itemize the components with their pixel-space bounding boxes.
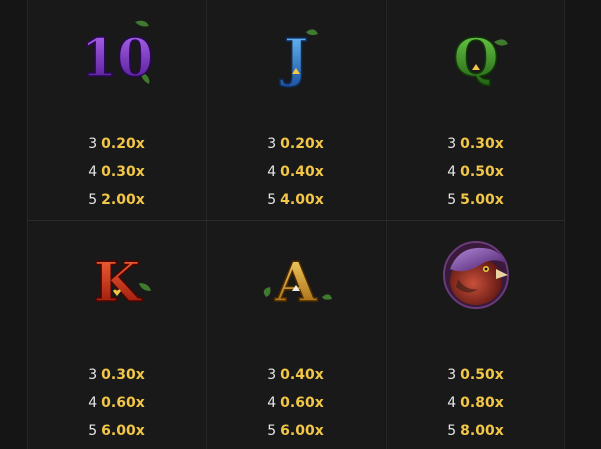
pay-list: 3 0.20x 4 0.40x 5 4.00x xyxy=(206,130,385,214)
pay-row: 3 0.30x xyxy=(447,130,504,158)
match-count: 3 xyxy=(88,367,98,383)
match-count: 5 xyxy=(88,423,98,439)
match-count: 4 xyxy=(267,164,277,180)
match-count: 4 xyxy=(88,395,98,411)
svg-text:Q: Q xyxy=(453,28,498,89)
paytable-cell-pheasant: 3 0.50x 4 0.80x 5 8.00x xyxy=(386,221,565,449)
match-count: 4 xyxy=(447,395,457,411)
pay-list: 3 0.50x 4 0.80x 5 8.00x xyxy=(386,361,565,445)
match-count: 3 xyxy=(447,136,457,152)
grid-divider xyxy=(27,0,28,449)
king-card-symbol-icon: K xyxy=(77,239,157,315)
pay-row: 5 6.00x xyxy=(88,417,145,445)
paytable-cell-jack: J 3 0.20x 4 0.40x 5 4.00x xyxy=(206,0,385,221)
match-count: 5 xyxy=(447,192,457,208)
pay-list: 3 0.40x 4 0.60x 5 6.00x xyxy=(206,361,385,445)
pay-list: 3 0.30x 4 0.60x 5 6.00x xyxy=(27,361,206,445)
match-count: 3 xyxy=(88,136,98,152)
ace-card-symbol-icon: A xyxy=(256,239,336,315)
paytable-cell-ace: A 3 0.40x 4 0.60x 5 6.00x xyxy=(206,221,385,449)
multiplier: 0.20x xyxy=(280,136,324,152)
pay-row: 5 4.00x xyxy=(267,186,324,214)
pay-list: 3 0.20x 4 0.30x 5 2.00x xyxy=(27,130,206,214)
match-count: 4 xyxy=(447,164,457,180)
paytable-grid: 10 3 0.20x 4 0.30x 5 2.00x J 3 0.20x 4 0… xyxy=(27,0,565,449)
paytable-cell-ten: 10 3 0.20x 4 0.30x 5 2.00x xyxy=(27,0,206,221)
multiplier: 6.00x xyxy=(101,423,145,439)
pay-row: 3 0.20x xyxy=(88,130,145,158)
multiplier: 0.30x xyxy=(460,136,504,152)
queen-card-symbol-icon: Q xyxy=(436,16,516,90)
pay-row: 4 0.60x xyxy=(88,389,145,417)
match-count: 3 xyxy=(267,136,277,152)
pay-row: 5 5.00x xyxy=(447,186,504,214)
pay-row: 3 0.50x xyxy=(447,361,504,389)
pay-list: 3 0.30x 4 0.50x 5 5.00x xyxy=(386,130,565,214)
match-count: 5 xyxy=(267,423,277,439)
multiplier: 0.30x xyxy=(101,367,145,383)
pheasant-bird-symbol-icon xyxy=(436,239,516,309)
ten-card-symbol-icon: 10 xyxy=(77,16,157,90)
grid-divider xyxy=(564,0,565,449)
grid-divider xyxy=(206,0,207,449)
pay-row: 5 6.00x xyxy=(267,417,324,445)
svg-text:K: K xyxy=(93,250,142,314)
pay-row: 3 0.40x xyxy=(267,361,324,389)
multiplier: 0.40x xyxy=(280,367,324,383)
grid-divider xyxy=(386,0,387,449)
multiplier: 0.40x xyxy=(280,164,324,180)
match-count: 4 xyxy=(267,395,277,411)
match-count: 5 xyxy=(447,423,457,439)
pay-row: 4 0.30x xyxy=(88,158,145,186)
multiplier: 4.00x xyxy=(280,192,324,208)
multiplier: 5.00x xyxy=(460,192,504,208)
pay-row: 4 0.60x xyxy=(267,389,324,417)
match-count: 3 xyxy=(267,367,277,383)
match-count: 5 xyxy=(88,192,98,208)
multiplier: 0.60x xyxy=(101,395,145,411)
pay-row: 4 0.50x xyxy=(447,158,504,186)
pay-row: 3 0.30x xyxy=(88,361,145,389)
multiplier: 0.80x xyxy=(460,395,504,411)
svg-text:A: A xyxy=(274,250,318,314)
match-count: 4 xyxy=(88,164,98,180)
pay-row: 4 0.80x xyxy=(447,389,504,417)
paytable-cell-queen: Q 3 0.30x 4 0.50x 5 5.00x xyxy=(386,0,565,221)
multiplier: 6.00x xyxy=(280,423,324,439)
multiplier: 0.20x xyxy=(101,136,145,152)
pay-row: 5 2.00x xyxy=(88,186,145,214)
match-count: 5 xyxy=(267,192,277,208)
paytable-cell-king: K 3 0.30x 4 0.60x 5 6.00x xyxy=(27,221,206,449)
multiplier: 0.50x xyxy=(460,164,504,180)
pay-row: 4 0.40x xyxy=(267,158,324,186)
multiplier: 0.60x xyxy=(280,395,324,411)
multiplier: 0.50x xyxy=(460,367,504,383)
multiplier: 8.00x xyxy=(460,423,504,439)
multiplier: 2.00x xyxy=(101,192,145,208)
jack-card-symbol-icon: J xyxy=(256,16,336,90)
grid-divider xyxy=(27,220,565,221)
pay-row: 5 8.00x xyxy=(447,417,504,445)
svg-text:J: J xyxy=(279,28,308,89)
svg-text:10: 10 xyxy=(80,28,152,89)
multiplier: 0.30x xyxy=(101,164,145,180)
match-count: 3 xyxy=(447,367,457,383)
pay-row: 3 0.20x xyxy=(267,130,324,158)
